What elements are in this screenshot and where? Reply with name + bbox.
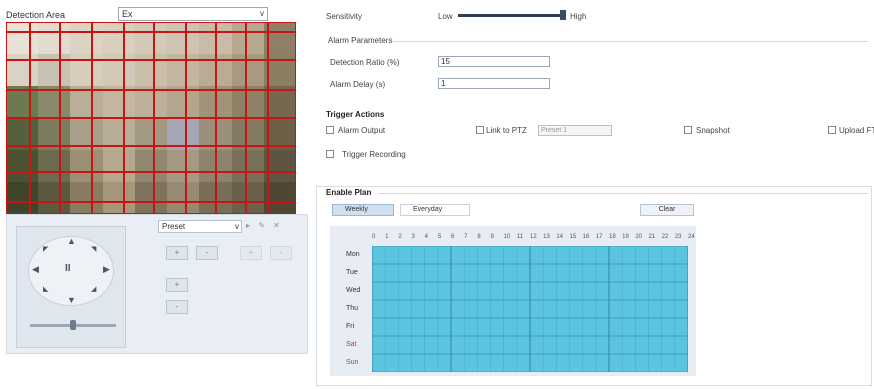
arrow-up-right-icon[interactable]: ◥ (91, 245, 96, 253)
iris-close-button[interactable]: - (166, 300, 188, 314)
arrow-up-icon[interactable]: ▲ (67, 236, 76, 246)
detection-ratio-input[interactable]: 15 (438, 56, 550, 67)
day-label: Mon (346, 251, 360, 258)
hour-label: 2 (398, 234, 402, 240)
day-label: Sun (346, 359, 359, 366)
alarm-delay-input[interactable]: 1 (438, 78, 550, 89)
zoom-in-button[interactable]: + (166, 246, 188, 260)
tab-weekly[interactable]: Weekly (332, 204, 394, 216)
hour-label: 18 (609, 234, 616, 240)
hour-label: 0 (372, 234, 376, 240)
hour-label: 19 (622, 234, 629, 240)
zoom-in-icon: + (174, 248, 180, 257)
hour-label: 16 (582, 234, 590, 240)
arrow-right-icon[interactable]: ▶ (103, 264, 110, 275)
section-divider (378, 193, 868, 194)
trigger-actions-title: Trigger Actions (326, 110, 385, 119)
focus-near-button[interactable]: + (240, 246, 262, 260)
hour-label: 17 (595, 234, 603, 240)
trigger-recording-checkbox[interactable] (326, 150, 334, 158)
sensitivity-low-label: Low (438, 12, 453, 21)
iris-close-icon: - (175, 302, 179, 311)
trigger-recording-label: Trigger Recording (342, 150, 406, 159)
hour-label: 10 (503, 234, 511, 240)
arrow-down-icon[interactable]: ▼ (67, 295, 76, 305)
clear-button[interactable]: Clear (640, 204, 694, 216)
pause-icon[interactable]: II (65, 263, 71, 274)
hour-label: 11 (516, 234, 524, 240)
focus-far-button[interactable]: - (270, 246, 292, 260)
ptz-speed-thumb[interactable] (70, 320, 76, 330)
day-label: Sat (346, 341, 357, 348)
sensitivity-thumb[interactable] (560, 10, 566, 20)
zoom-out-button[interactable]: - (196, 246, 218, 260)
schedule-mode-tabs: Weekly Everyday (330, 204, 870, 216)
alarm-output-label: Alarm Output (338, 126, 386, 135)
snapshot-checkbox[interactable] (684, 126, 692, 134)
hour-label: 15 (569, 234, 577, 240)
hour-axis: 0 1 2 3 4 5 6 7 8 9 10 11 12 13 14 15 16 17 18 19 20 21 22 23 24 (370, 234, 695, 244)
preset-value: Preset (162, 222, 186, 231)
link-ptz-label: Link to PTZ (486, 126, 527, 135)
hour-label: 24 (688, 234, 695, 240)
alarm-section-title: Alarm Parameters (328, 36, 393, 45)
video-preview[interactable] (6, 22, 296, 214)
hour-label: 14 (556, 234, 564, 240)
focus-near-icon: + (248, 248, 254, 257)
day-label: Tue (346, 269, 358, 276)
hour-label: 5 (437, 234, 442, 240)
day-label: Thu (346, 305, 359, 312)
schedule-grid-lines (371, 245, 689, 373)
hour-label: 1 (385, 234, 389, 240)
hour-label: 13 (543, 234, 550, 240)
detection-grid[interactable] (6, 22, 296, 214)
arrow-down-left-icon[interactable]: ◣ (43, 285, 48, 293)
hour-label: 4 (424, 234, 428, 240)
hour-label: 6 (451, 234, 455, 240)
tab-weekly-label: Weekly (345, 206, 368, 213)
link-ptz-preset-select[interactable]: Preset 1 (538, 125, 612, 136)
day-label: Wed (346, 287, 361, 294)
enable-plan-title: Enable Plan (326, 188, 372, 197)
focus-far-icon: - (279, 248, 283, 257)
detection-area-value: Ex (122, 9, 133, 19)
hour-label: 8 (477, 234, 481, 240)
tab-everyday[interactable]: Everyday (400, 204, 470, 216)
section-divider (392, 41, 868, 42)
detection-area-label: Detection Area (6, 10, 66, 20)
chevron-down-icon: v (235, 222, 239, 231)
iris-open-button[interactable]: + (166, 278, 188, 292)
arrow-up-left-icon[interactable]: ◤ (43, 245, 48, 253)
zoom-out-icon: - (205, 248, 209, 257)
ptz-direction-pad[interactable]: ▲ ▼ ◀ ▶ ◤ ◥ ◣ ◢ II (28, 236, 114, 306)
hour-label: 22 (661, 234, 669, 240)
hour-label: 7 (464, 234, 468, 240)
hour-label: 21 (648, 234, 656, 240)
hour-label: 12 (530, 234, 537, 240)
hour-label: 9 (490, 234, 494, 240)
sensitivity-high-label: High (570, 12, 587, 21)
upload-ftp-label: Upload FTP (839, 126, 874, 135)
detection-ratio-label: Detection Ratio (%) (330, 58, 400, 67)
upload-ftp-checkbox[interactable] (828, 126, 836, 134)
arrow-left-icon[interactable]: ◀ (32, 264, 39, 275)
preset-action-icons[interactable]: ▸ ✎ ✕ (246, 221, 283, 230)
tab-everyday-label: Everyday (413, 206, 443, 213)
chevron-down-icon: v (260, 9, 264, 18)
detection-area-select[interactable]: Ex v (118, 7, 268, 21)
sensitivity-label: Sensitivity (326, 12, 363, 21)
alarm-delay-label: Alarm Delay (s) (330, 80, 386, 89)
schedule-grid[interactable] (371, 245, 689, 373)
hour-label: 23 (674, 234, 682, 240)
preset-select[interactable]: Preset v (158, 220, 242, 233)
link-ptz-checkbox[interactable] (476, 126, 484, 134)
snapshot-label: Snapshot (696, 126, 730, 135)
hour-label: 20 (635, 234, 643, 240)
day-label: Fri (346, 323, 355, 330)
arrow-down-right-icon[interactable]: ◢ (91, 285, 96, 293)
iris-open-icon: + (174, 280, 180, 289)
hour-label: 3 (411, 234, 415, 240)
alarm-output-checkbox[interactable] (326, 126, 334, 134)
sensitivity-slider[interactable] (458, 14, 566, 17)
